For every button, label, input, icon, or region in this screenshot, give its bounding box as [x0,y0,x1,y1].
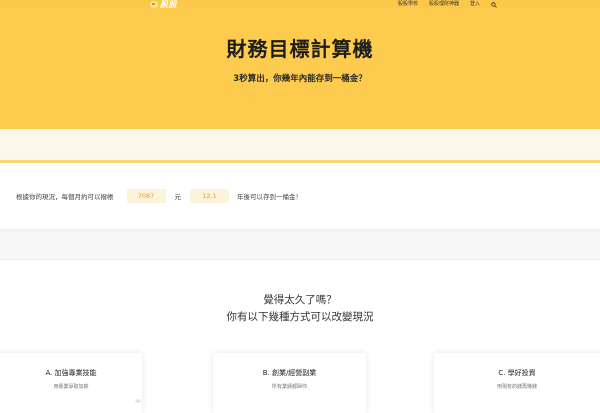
calc-prefix: 根據你的現況，每個月約可以撥帳 [16,193,114,201]
option-card-skills[interactable]: A. 加強專業技能 用專業爭取加薪 [0,353,142,413]
currency-unit: 元 [174,193,182,201]
logo[interactable]: 股股 [150,0,177,9]
calc-suffix: 年後可以存到一桶金！ [237,193,302,201]
section-question-line1: 覺得太久了嗎？ [263,294,337,306]
option-card-business[interactable]: B. 創業/經營副業 所有業績都歸你 [213,353,366,413]
calculator-sentence: 根據你的現況，每個月約可以撥帳 7087 元 12.1 年後可以存到一桶金！ [16,189,302,203]
years-result-field[interactable]: 12.1 [190,189,229,203]
card-title: B. 創業/經營副業 [262,369,317,377]
section-question-line2: 你有以下幾種方式可以改變現況 [226,311,374,323]
card-description: 用專業爭取加薪 [53,384,89,390]
logo-text: 股股 [160,0,177,9]
monthly-amount-input[interactable]: 7087 [126,189,166,203]
card-description: 所有業績都歸你 [271,384,307,390]
nav-link-tools[interactable]: 股股理財神器 [429,0,459,9]
hero-divider-band [0,129,600,160]
hero-banner: 財務目標計算機 3秒算出，你幾年內能存到一桶金？ [0,9,600,129]
search-icon[interactable] [491,1,497,8]
nav-link-login[interactable]: 登入 [470,0,480,9]
card-description: 用現有的錢再賺錢 [496,384,537,390]
scroll-top-icon[interactable] [135,399,141,403]
nav-links: 股股學校 股股理財神器 登入 [398,0,497,9]
page-title: 財務目標計算機 [226,37,374,61]
logo-icon [150,0,158,8]
card-title: C. 學好投資 [498,369,536,377]
calculator-section: 根據你的現況，每個月約可以撥帳 7087 元 12.1 年後可以存到一桶金！ [0,163,600,229]
top-nav: 股股 股股學校 股股理財神器 登入 [0,0,600,9]
card-title: A. 加強專業技能 [45,369,97,377]
nav-link-school[interactable]: 股股學校 [398,0,418,9]
page-subtitle: 3秒算出，你幾年內能存到一桶金？ [233,74,367,84]
option-card-investing[interactable]: C. 學好投資 用現有的錢再賺錢 [434,353,600,413]
section-divider [0,229,600,260]
